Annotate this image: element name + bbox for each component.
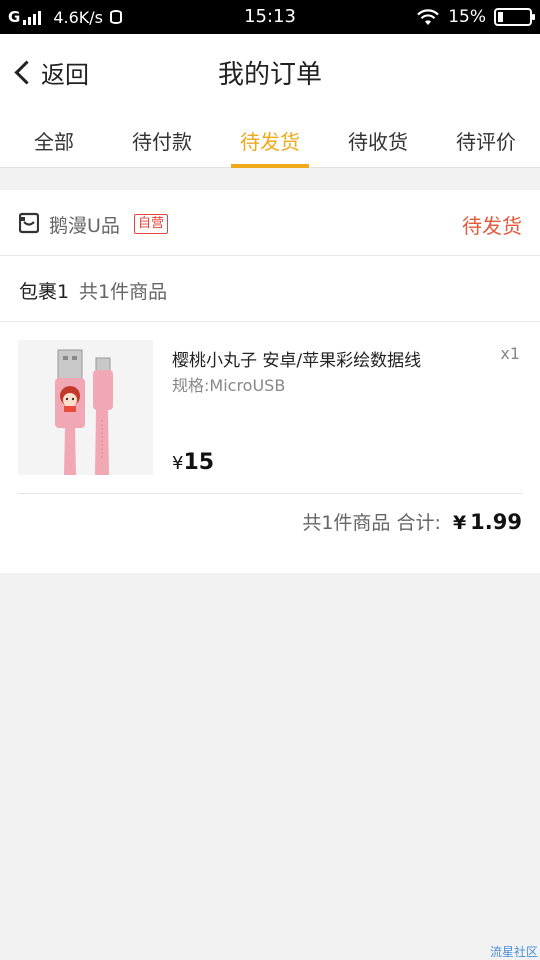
status-right: 15% [416,0,535,34]
shop-row[interactable]: 鹅漫U品 自营 待发货 [0,190,540,256]
product-price: ¥15 [172,450,214,475]
summary-currency: ¥ [452,512,467,534]
usb-cable-image [18,340,153,475]
order-summary: 共1件商品 合计: ¥1.99 [302,508,522,535]
network-type: G [8,8,21,26]
wifi-icon [417,9,439,25]
tab-label: 待付款 [132,130,192,154]
watermark: 流星社区 [489,945,538,959]
chevron-left-icon [14,59,39,85]
parcel-count: 共1件商品 [79,281,168,303]
tab-label: 待评价 [456,130,516,154]
order-tabs: 全部 待付款 待发货 待收货 待评价 [0,110,540,168]
shop-icon [19,212,39,234]
shop-name: 鹅漫U品 [49,215,120,237]
product-spec: 规格:MicroUSB [172,376,286,395]
tab-pending-receipt[interactable]: 待收货 [324,110,432,168]
tab-label: 待收货 [348,130,408,154]
summary-count: 共1件商品 [302,512,391,534]
summary-label: 合计: [396,512,441,534]
nav-bar: 返回 我的订单 [0,34,540,110]
status-bar: G 4.6K/s 15:13 15% [0,0,540,34]
self-operated-badge: 自营 [134,214,169,234]
battery-percent: 15% [448,7,486,27]
back-label: 返回 [41,60,89,89]
tab-all[interactable]: 全部 [0,110,108,168]
tab-label: 全部 [34,130,74,154]
price-value: 15 [183,450,215,475]
summary-total: 1.99 [470,510,522,534]
network-speed: 4.6K/s [53,7,103,27]
order-status: 待发货 [462,214,522,238]
parcel-row: 包裹1 共1件商品 [0,256,540,322]
data-icon [109,10,122,24]
divider [18,493,522,494]
product-title: 樱桃小丸子 安卓/苹果彩绘数据线 [172,351,422,371]
tab-pending-payment[interactable]: 待付款 [108,110,216,168]
product-quantity: x1 [500,344,520,363]
tab-pending-review[interactable]: 待评价 [432,110,540,168]
tab-pending-shipment[interactable]: 待发货 [216,110,324,168]
parcel-label: 包裹1 [19,281,70,303]
product-image[interactable] [18,340,153,475]
status-left: G 4.6K/s [8,0,122,34]
battery-fill [498,12,503,22]
active-tab-indicator [231,164,309,168]
signal-icon: G [8,8,42,26]
product-item[interactable]: 樱桃小丸子 安卓/苹果彩绘数据线 x1 规格:MicroUSB ¥15 [0,322,540,494]
back-button[interactable]: 返回 [12,52,89,92]
order-card[interactable]: 鹅漫U品 自营 待发货 包裹1 共1件商品 樱桃小丸子 安卓/苹果彩绘数据线 x… [0,190,540,573]
battery-icon [494,8,535,26]
tab-label: 待发货 [240,130,300,154]
currency-symbol: ¥ [172,453,184,474]
